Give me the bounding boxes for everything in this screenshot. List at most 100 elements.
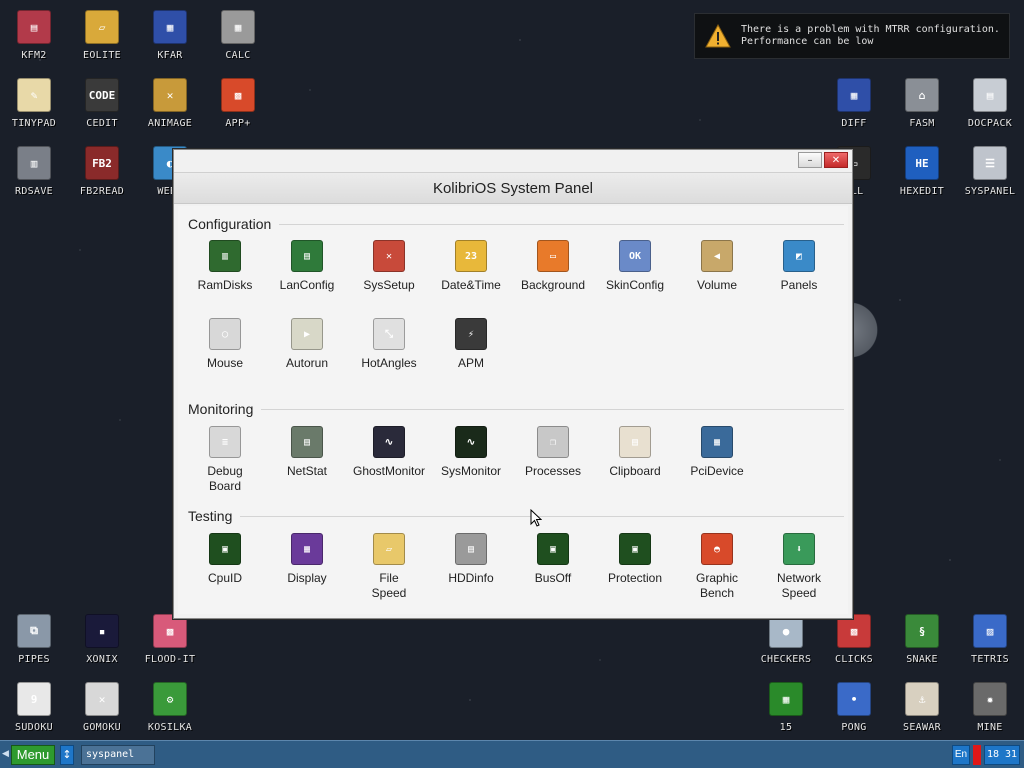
app-label: APM (457, 356, 484, 370)
close-button[interactable]: ✕ (824, 152, 848, 168)
mouse-cursor-icon (530, 509, 542, 527)
desktop-icon-docpack[interactable]: ▤ DOCPACK (956, 68, 1024, 132)
desktop-icon-tinypad[interactable]: ✎ TINYPAD (0, 68, 68, 132)
syssetup-icon: ✕ (373, 240, 405, 272)
menu-button[interactable]: Menu (11, 745, 55, 765)
desktop-icon-hexedit[interactable]: HE HEXEDIT (888, 136, 956, 200)
task-switch-button[interactable]: ↕ (60, 745, 74, 765)
desktop-icon-syspanel[interactable]: ☰ SYSPANEL (956, 136, 1024, 200)
display-icon: ▦ (291, 533, 323, 565)
app-hotangles[interactable]: ⤡ HotAngles (348, 318, 430, 390)
app-hddinfo[interactable]: ▤ HDDinfo (430, 533, 512, 605)
section-testing: Testing (188, 508, 848, 524)
sysmonitor-icon: ∿ (455, 426, 487, 458)
desktop-icon-kosilka[interactable]: ⚙ KOSILKA (136, 672, 204, 736)
app-processes[interactable]: ❐ Processes (512, 426, 594, 498)
app-network-speed[interactable]: ⬇ Network Speed (758, 533, 840, 605)
desktop-icon-animage[interactable]: ✕ ANIMAGE (136, 68, 204, 132)
app-label: Network Speed (776, 571, 821, 600)
desktop-icon-eolite[interactable]: ▱ EOLITE (68, 0, 136, 64)
desktop-icon-gomoku[interactable]: ✕ GOMOKU (68, 672, 136, 736)
apm-icon: ⚡ (455, 318, 487, 350)
app-ramdisks[interactable]: ▥ RamDisks (184, 240, 266, 312)
minimize-button[interactable]: – (798, 152, 822, 168)
desktop-icon-rdsave[interactable]: ▥ RDSAVE (0, 136, 68, 200)
app-apm[interactable]: ⚡ APM (430, 318, 512, 390)
app-label: SkinConfig (605, 278, 665, 292)
app-display[interactable]: ▦ Display (266, 533, 348, 605)
app-label: SysMonitor (440, 464, 502, 478)
app-skinconfig[interactable]: OK SkinConfig (594, 240, 676, 312)
desktop-icon-snake[interactable]: § SNAKE (888, 604, 956, 668)
app-cpuid[interactable]: ▣ CpuID (184, 533, 266, 605)
system-panel-window[interactable]: – ✕ KolibriOS System Panel Configuration… (173, 149, 853, 619)
app-label: Debug Board (207, 464, 243, 493)
app-protection[interactable]: ▣ Protection (594, 533, 676, 605)
desktop-icon-label: PIPES (18, 654, 50, 665)
taskbar: ◀ Menu ↕ syspanel En 18 31 (0, 740, 1024, 768)
desktop-icon-cedit[interactable]: CODE CEDIT (68, 68, 136, 132)
desktop-icon-pong[interactable]: • PONG (820, 672, 888, 736)
desktop-icon-label: XONIX (86, 654, 118, 665)
docpack-icon: ▤ (973, 78, 1007, 112)
desktop-icon-label: CHECKERS (760, 654, 812, 665)
app-label: Volume (696, 278, 738, 292)
desktop-icon-label: FLOOD-IT (144, 654, 196, 665)
desktop-icon-xonix[interactable]: ▪ XONIX (68, 604, 136, 668)
desktop-icon-pipes[interactable]: ⧉ PIPES (0, 604, 68, 668)
app-mouse[interactable]: ◯ Mouse (184, 318, 266, 390)
processes-icon: ❐ (537, 426, 569, 458)
section-configuration-label: Configuration (188, 216, 272, 232)
app-label: BusOff (534, 571, 572, 585)
desktop-icon-diff[interactable]: ▦ DIFF (820, 68, 888, 132)
app-netstat[interactable]: ▤ NetStat (266, 426, 348, 498)
mouse-icon: ◯ (209, 318, 241, 350)
desktop-icon-tetris[interactable]: ▨ TETRIS (956, 604, 1024, 668)
language-indicator[interactable]: En (952, 745, 970, 765)
app-lanconfig[interactable]: ▤ LanConfig (266, 240, 348, 312)
warning-icon (705, 23, 731, 48)
app-volume[interactable]: ◀ Volume (676, 240, 758, 312)
pong-icon: • (837, 682, 871, 716)
app-background[interactable]: ▭ Background (512, 240, 594, 312)
background-icon: ▭ (537, 240, 569, 272)
desktop-icon-15[interactable]: ▦ 15 (752, 672, 820, 736)
diff-icon: ▦ (837, 78, 871, 112)
desktop-icon-label: ANIMAGE (147, 118, 193, 129)
taskbar-task-syspanel[interactable]: syspanel (81, 745, 155, 765)
hotangles-icon: ⤡ (373, 318, 405, 350)
snake-icon: § (905, 614, 939, 648)
taskbar-left-arrow-icon[interactable]: ◀ (2, 749, 9, 759)
desktop-icon-calc[interactable]: ▦ CALC (204, 0, 272, 64)
app-label: CpuID (207, 571, 242, 585)
app-label: Mouse (206, 356, 244, 370)
desktop-icon-kfm2[interactable]: ▤ KFM2 (0, 0, 68, 64)
app-panels[interactable]: ◩ Panels (758, 240, 840, 312)
app-busoff[interactable]: ▣ BusOff (512, 533, 594, 605)
desktop-icon-label: SYSPANEL (964, 186, 1016, 197)
app-date-time[interactable]: 23 Date&Time (430, 240, 512, 312)
flood-it-icon: ▩ (153, 614, 187, 648)
app-ghostmonitor[interactable]: ∿ GhostMonitor (348, 426, 430, 498)
desktop-icon-fasm[interactable]: ⌂ FASM (888, 68, 956, 132)
app-file-speed[interactable]: ▱ File Speed (348, 533, 430, 605)
app-pcidevice[interactable]: ▦ PciDevice (676, 426, 758, 498)
app-clipboard[interactable]: ▤ Clipboard (594, 426, 676, 498)
clock[interactable]: 18 31 (984, 745, 1020, 765)
desktop-icon-kfar[interactable]: ▦ KFAR (136, 0, 204, 64)
desktop-icon-label: CALC (225, 50, 251, 61)
app-sysmonitor[interactable]: ∿ SysMonitor (430, 426, 512, 498)
desktop-icon-sudoku[interactable]: 9 SUDOKU (0, 672, 68, 736)
app-syssetup[interactable]: ✕ SysSetup (348, 240, 430, 312)
app-debug-board[interactable]: ≡ Debug Board (184, 426, 266, 498)
desktop-icon-label: DIFF (841, 118, 867, 129)
app-autorun[interactable]: ▶ Autorun (266, 318, 348, 390)
section-configuration: Configuration (188, 216, 848, 232)
desktop-icon-mine[interactable]: ✹ MINE (956, 672, 1024, 736)
desktop-icon-fb2read[interactable]: FB2 FB2READ (68, 136, 136, 200)
app-graphic-bench[interactable]: ◓ Graphic Bench (676, 533, 758, 605)
desktop-icon-seawar[interactable]: ⚓ SEAWAR (888, 672, 956, 736)
rdsave-icon: ▥ (17, 146, 51, 180)
desktop-icon-app[interactable]: ▩ APP+ (204, 68, 272, 132)
mtrr-notification[interactable]: There is a problem with MTRR configurati… (694, 13, 1010, 59)
